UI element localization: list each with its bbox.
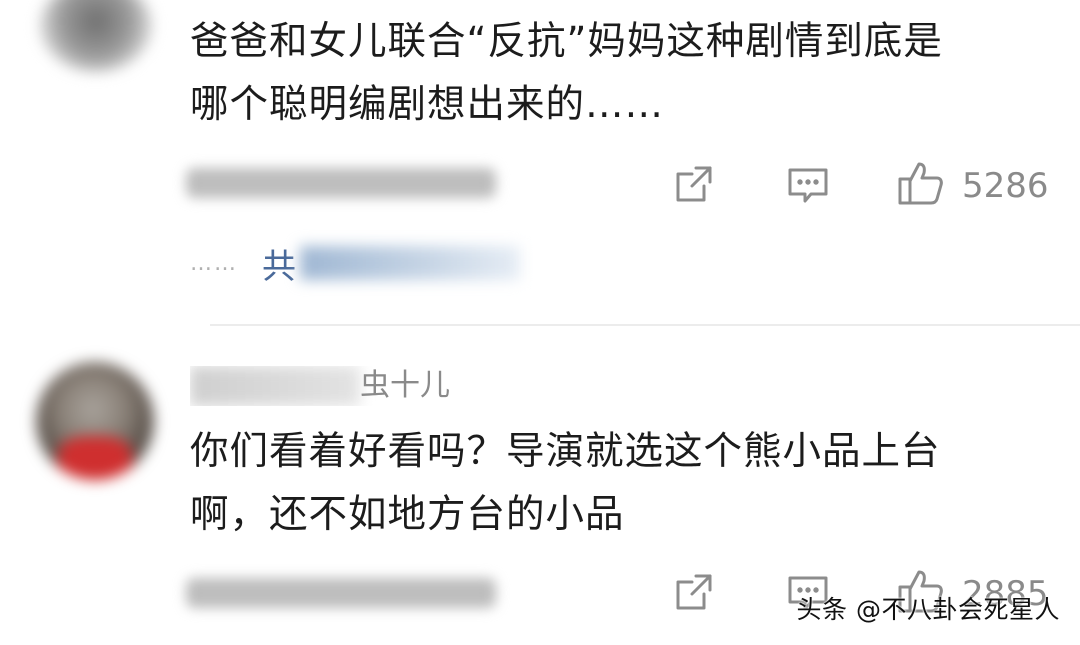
share-icon xyxy=(676,166,712,202)
comment-line: 哪个聪明编剧想出来的…… xyxy=(190,82,665,127)
ellipsis: …… xyxy=(190,250,238,276)
comment-meta-redacted xyxy=(186,578,496,608)
comment-line: 爸爸和女儿联合“反抗”妈妈这种剧情到底是 xyxy=(190,19,943,64)
username[interactable]: 虫十儿 xyxy=(190,366,460,406)
divider xyxy=(210,324,1080,326)
comment-text: 你们看着好看吗？导演就选这个熊小品上台 啊，还不如地方台的小品 xyxy=(190,420,1050,546)
avatar[interactable] xyxy=(36,362,154,480)
username-text: 虫十儿 xyxy=(360,368,450,403)
share-button[interactable] xyxy=(672,162,716,206)
view-replies-link[interactable]: 共 xyxy=(262,239,296,288)
reply-button[interactable] xyxy=(786,164,830,208)
like-button[interactable] xyxy=(896,158,946,208)
share-button[interactable] xyxy=(672,570,716,614)
username-redacted xyxy=(190,366,360,406)
replies-redacted xyxy=(300,246,520,280)
comment-icon xyxy=(788,168,828,203)
thumbs-up-icon xyxy=(898,162,943,205)
comment-line: 你们看着好看吗？导演就选这个熊小品上台 xyxy=(190,429,941,474)
watermark: 头条 @不八卦会死星人 xyxy=(796,595,1060,624)
comment-text: 爸爸和女儿联合“反抗”妈妈这种剧情到底是 哪个聪明编剧想出来的…… xyxy=(190,10,1050,136)
like-count: 5286 xyxy=(962,166,1049,206)
comment-line: 啊，还不如地方台的小品 xyxy=(190,492,625,537)
comment-meta-redacted xyxy=(186,168,496,198)
share-icon xyxy=(676,574,712,610)
avatar[interactable] xyxy=(40,0,152,72)
